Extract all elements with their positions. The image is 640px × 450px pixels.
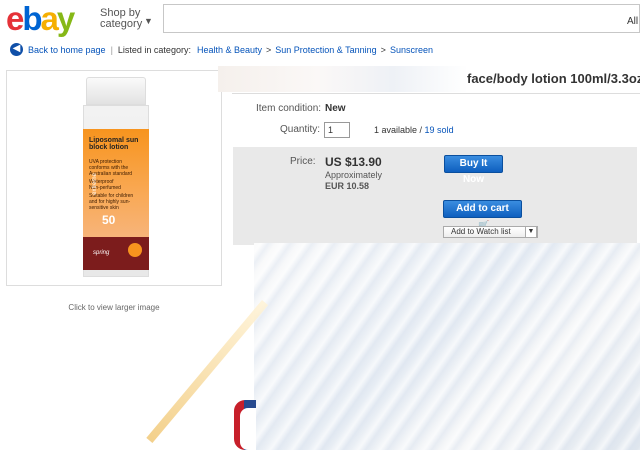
divider [232,93,640,94]
category-link-sunscreen[interactable]: Sunscreen [390,45,433,55]
sun-logo-icon [128,243,142,257]
search-input[interactable] [163,4,628,33]
category-label: category [100,18,143,30]
shop-by-category-button[interactable]: Shop by category ▼ [100,8,153,30]
buy-it-now-button[interactable]: Buy It Now [444,155,503,185]
sold-count-link[interactable]: 19 sold [425,125,454,135]
quantity-label: Quantity: [280,124,321,135]
price-label: Price: [290,156,316,167]
title-fade-overlay [218,66,468,92]
bottle-cap [86,77,146,105]
chevron-right-icon: > [266,44,272,55]
add-to-watch-list-button[interactable]: Add to Watch list ▼ [443,226,538,238]
price-eur: EUR 10.58 [325,181,370,191]
back-to-home-link[interactable]: Back to home page [28,45,106,55]
product-image: Liposomal sun block lotion UVA protectio… [80,77,152,277]
ebay-logo[interactable]: ebay [6,2,75,36]
add-to-cart-label: Add to cart [456,203,509,214]
view-larger-image-link[interactable]: Click to view larger image [6,303,222,312]
available-count: 1 available [374,125,418,135]
shield-inner [240,408,256,450]
spf-value: 50 [102,213,116,227]
category-link-sun-protection[interactable]: Sun Protection & Tanning [275,45,376,55]
label-line: sensitive skin [89,205,119,211]
listing-title: face/body lotion 100ml/3.3oz [467,71,640,86]
approx-label: Approximately [325,170,383,180]
listed-in-label: Listed in category: [117,44,191,55]
breadcrumb: ◀ Back to home page | Listed in category… [10,43,433,56]
availability: 1 available / 19 sold [374,125,454,135]
divider: | [110,44,113,55]
category-link-health-beauty[interactable]: Health & Beauty [197,45,262,55]
side-text: extreme [91,173,98,195]
condition-label: Item condition: [256,103,322,114]
search-category-select[interactable]: All [623,4,640,33]
image-overlay [254,243,640,450]
quantity-input[interactable] [324,122,350,138]
back-arrow-icon[interactable]: ◀ [10,43,23,56]
label-title: Liposomal sun block lotion [89,137,139,151]
brand-name: spring [93,250,110,256]
add-to-cart-button[interactable]: Add to cart🛒 [443,200,522,230]
buy-it-now-label: Buy It Now [459,158,488,185]
chevron-down-icon[interactable]: ▼ [525,226,537,238]
product-image-panel[interactable]: Liposomal sun block lotion UVA protectio… [6,70,222,286]
header: ebay Shop by category ▼ All [0,0,640,40]
price-value: US $13.90 [325,155,382,169]
watch-list-label: Add to Watch list [451,227,511,236]
chevron-right-icon: > [380,44,386,55]
chevron-down-icon: ▼ [144,16,153,26]
condition-value: New [325,103,346,114]
